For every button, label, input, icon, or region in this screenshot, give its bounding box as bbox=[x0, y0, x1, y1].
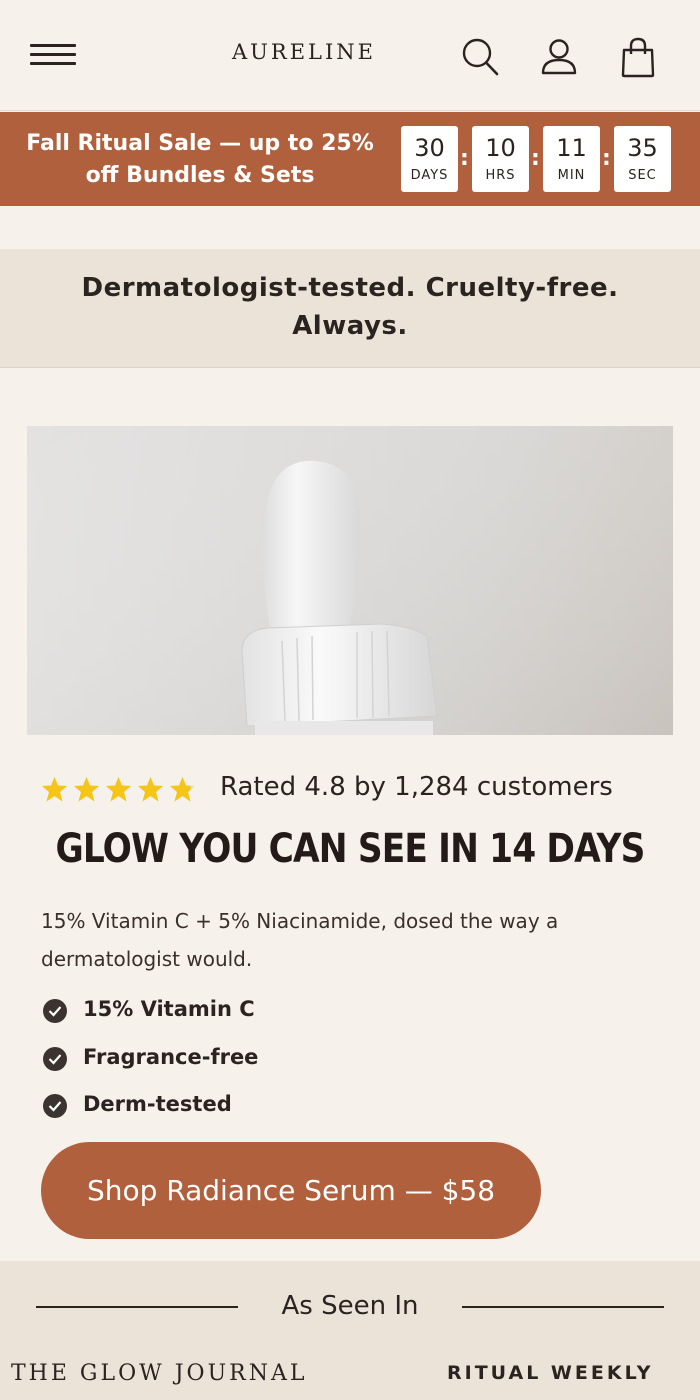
account-icon[interactable] bbox=[539, 36, 579, 78]
menu-icon[interactable] bbox=[30, 44, 76, 70]
sale-text: Fall Ritual Sale — up to 25% off Bundles… bbox=[26, 131, 374, 188]
serum-dropper-illustration bbox=[27, 426, 673, 735]
feature-label: Derm-tested bbox=[83, 1092, 232, 1116]
countdown-unit: SEC bbox=[628, 168, 657, 183]
product-hero-image bbox=[27, 426, 673, 735]
star-icon bbox=[73, 776, 100, 803]
search-icon[interactable] bbox=[460, 36, 500, 78]
as-seen-in-section: As Seen In THE GLOW JOURNAL RITUAL WEEKL… bbox=[0, 1261, 700, 1400]
product-headline: GLOW YOU CAN SEE IN 14 DAYS bbox=[55, 826, 645, 872]
rating-text[interactable]: Rated 4.8 by 1,284 customers bbox=[220, 772, 613, 802]
countdown-separator: : bbox=[460, 146, 469, 171]
countdown-days: 30 DAYS bbox=[401, 126, 458, 192]
countdown-value: 35 bbox=[627, 134, 658, 162]
countdown-separator: : bbox=[531, 146, 540, 171]
star-icon bbox=[105, 776, 132, 803]
star-icon bbox=[169, 776, 196, 803]
brand-logo[interactable]: AURELINE bbox=[200, 40, 408, 64]
star-icon bbox=[41, 776, 68, 803]
check-circle-icon bbox=[43, 1047, 67, 1071]
countdown-unit: MIN bbox=[557, 168, 586, 183]
countdown-minutes: 11 MIN bbox=[543, 126, 600, 192]
check-circle-icon bbox=[43, 1094, 67, 1118]
product-description: 15% Vitamin C + 5% Niacinamide, dosed th… bbox=[41, 909, 559, 971]
press-logo: RITUAL WEEKLY bbox=[447, 1362, 654, 1384]
countdown-value: 11 bbox=[556, 134, 587, 162]
check-circle-icon bbox=[43, 999, 67, 1023]
countdown-value: 30 bbox=[414, 134, 445, 162]
trust-band: Dermatologist-tested. Cruelty-free. Alwa… bbox=[0, 249, 700, 368]
countdown-unit: DAYS bbox=[410, 168, 449, 183]
shop-serum-button[interactable]: Shop Radiance Serum — $58 bbox=[41, 1142, 541, 1239]
trust-text: Dermatologist-tested. Cruelty-free. Alwa… bbox=[81, 273, 619, 341]
divider bbox=[462, 1306, 664, 1308]
countdown-unit: HRS bbox=[485, 168, 516, 183]
countdown-hours: 10 HRS bbox=[472, 126, 529, 192]
feature-label: Fragrance-free bbox=[83, 1045, 259, 1069]
star-icon bbox=[137, 776, 164, 803]
press-logo: THE GLOW JOURNAL bbox=[11, 1361, 308, 1386]
bag-icon[interactable] bbox=[618, 36, 658, 78]
site-header: AURELINE bbox=[0, 0, 700, 111]
countdown-value: 10 bbox=[485, 134, 516, 162]
countdown-seconds: 35 SEC bbox=[614, 126, 671, 192]
countdown-separator: : bbox=[602, 146, 611, 171]
feature-label: 15% Vitamin C bbox=[83, 997, 255, 1021]
